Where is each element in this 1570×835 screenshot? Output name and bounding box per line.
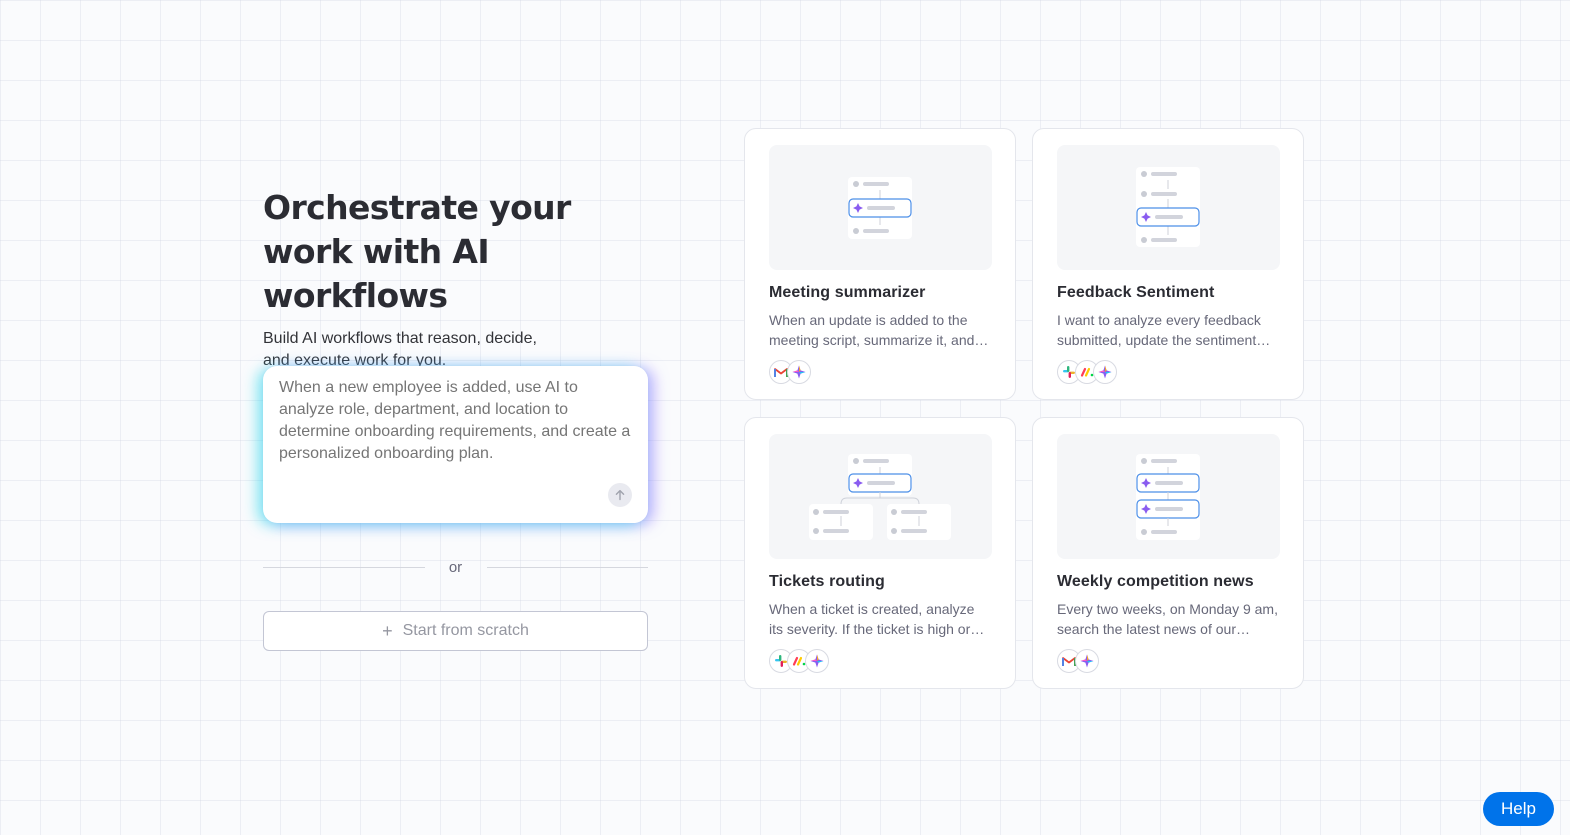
hero-section: Orchestrate your work with AI workflows …	[263, 186, 648, 372]
plus-icon: +	[382, 620, 393, 641]
or-divider: or	[263, 557, 648, 577]
ai-prompt-box	[263, 366, 648, 523]
workflow-preview	[769, 434, 992, 559]
arrow-up-icon	[615, 489, 625, 501]
template-title: Meeting summarizer	[769, 284, 926, 301]
template-card-feedback-sentiment[interactable]: Feedback Sentiment I want to analyze eve…	[1032, 128, 1304, 400]
template-card-weekly-competition-news[interactable]: Weekly competition news Every two weeks,…	[1032, 417, 1304, 689]
template-card-tickets-routing[interactable]: Tickets routing When a ticket is created…	[744, 417, 1016, 689]
template-description: I want to analyze every feedback submitt…	[1057, 312, 1271, 348]
ai-sparkle-icon	[1075, 649, 1099, 673]
template-description: When a ticket is created, analyze its se…	[769, 601, 985, 637]
page-title: Orchestrate your work with AI workflows	[263, 186, 648, 318]
workflow-preview	[1057, 145, 1280, 270]
template-card-meeting-summarizer[interactable]: Meeting summarizer When an update is add…	[744, 128, 1016, 400]
help-label: Help	[1501, 799, 1536, 818]
workflow-preview	[1057, 434, 1280, 559]
ai-sparkle-icon	[787, 360, 811, 384]
page-subtitle-line-1: Build AI workflows that reason, decide,	[263, 330, 537, 347]
start-from-scratch-label: Start from scratch	[402, 622, 529, 639]
template-title: Weekly competition news	[1057, 573, 1254, 590]
ai-sparkle-icon	[805, 649, 829, 673]
template-apps	[1057, 649, 1279, 673]
page-title-line-1: Orchestrate your	[263, 188, 571, 227]
send-prompt-button[interactable]	[608, 483, 632, 507]
template-title: Tickets routing	[769, 573, 885, 590]
template-apps	[769, 649, 991, 673]
template-description: Every two weeks, on Monday 9 am, search …	[1057, 601, 1278, 637]
divider-line-left	[263, 566, 425, 568]
template-apps	[1057, 360, 1279, 384]
template-apps	[769, 360, 991, 384]
or-label: or	[448, 558, 463, 576]
workflow-preview	[769, 145, 992, 270]
template-description: When an update is added to the meeting s…	[769, 312, 989, 348]
start-from-scratch-button[interactable]: + Start from scratch	[263, 611, 648, 651]
ai-sparkle-icon	[1093, 360, 1117, 384]
ai-prompt-input[interactable]	[279, 377, 632, 477]
divider-line-right	[486, 566, 648, 568]
page-title-line-2: work with AI workflows	[263, 232, 490, 315]
template-title: Feedback Sentiment	[1057, 284, 1215, 301]
help-button[interactable]: Help	[1483, 792, 1554, 826]
